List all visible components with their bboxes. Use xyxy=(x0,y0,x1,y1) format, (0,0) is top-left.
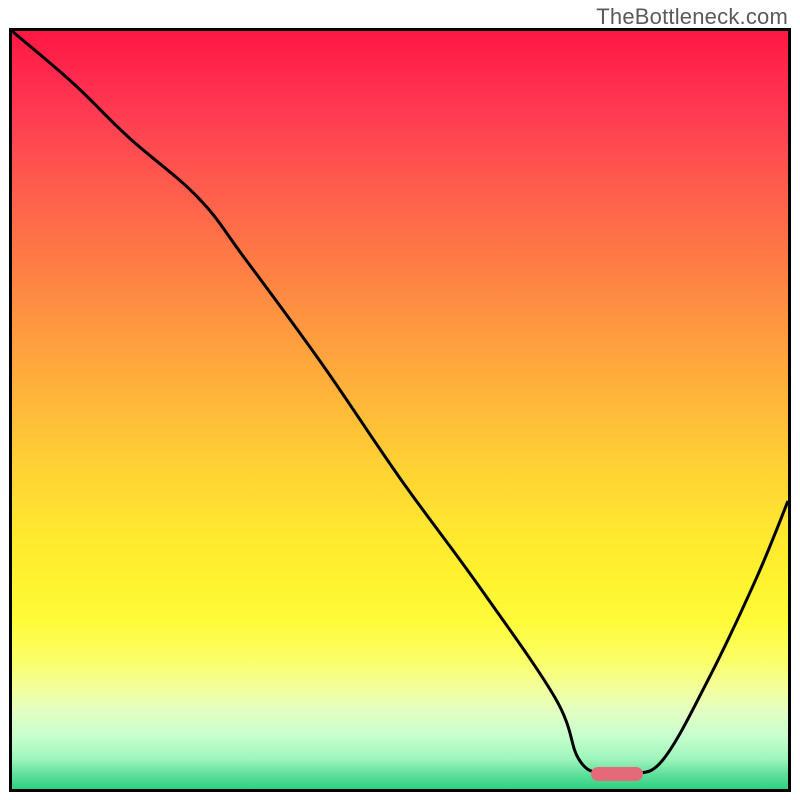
bottleneck-curve xyxy=(12,31,788,789)
curve-path xyxy=(12,31,788,776)
watermark-text: TheBottleneck.com xyxy=(596,4,788,30)
plot-area xyxy=(9,28,791,792)
optimum-marker xyxy=(591,767,643,781)
chart-container: TheBottleneck.com xyxy=(0,0,800,800)
